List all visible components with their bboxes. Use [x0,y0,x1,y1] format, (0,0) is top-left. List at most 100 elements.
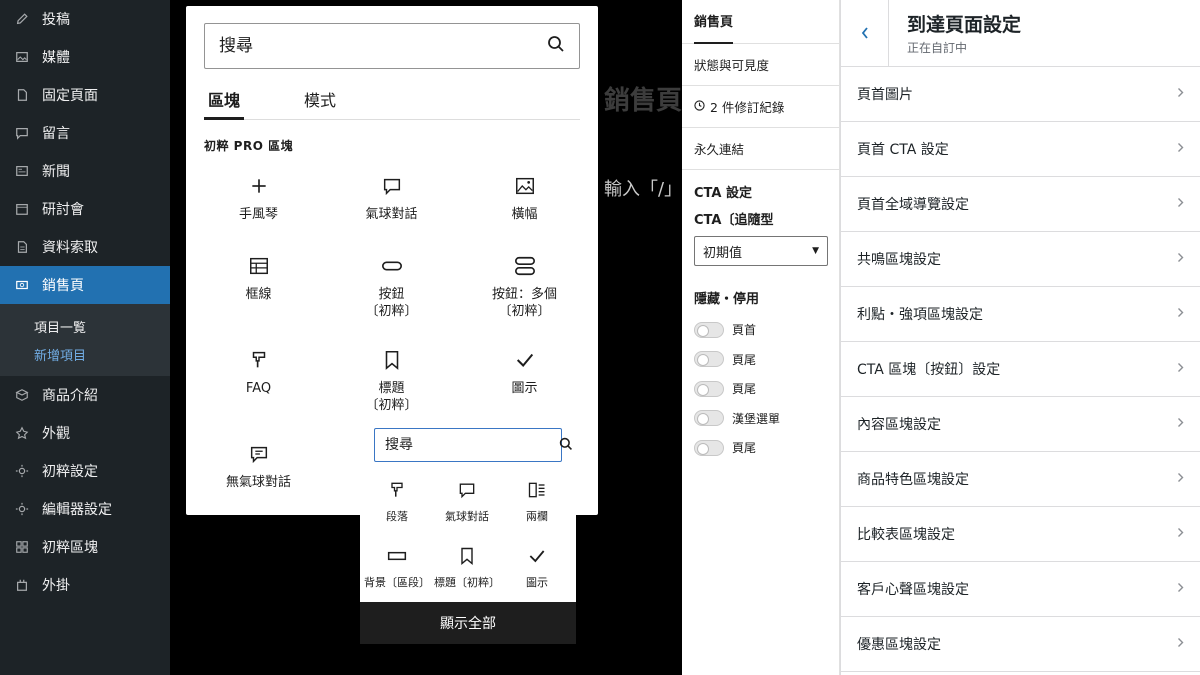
quick-block-item[interactable]: 圖示 [502,542,572,608]
block-item[interactable]: FAQ [192,340,325,434]
speech-bubble-icon [457,480,477,500]
customizer-section-item[interactable]: 利點・強項區塊設定 [841,287,1200,342]
tab-blocks[interactable]: 區塊 [204,84,245,120]
revisions-panel[interactable]: 2 件修訂紀錄 [682,86,839,128]
submenu-item-list[interactable]: 項目一覧 [0,312,170,340]
quick-block-item[interactable]: 背景〔區段〕 [362,542,432,608]
show-all-button[interactable]: 顯示全部 [360,602,576,644]
chevron-right-icon [1177,471,1184,487]
customizer-section-item[interactable]: 內容區塊設定 [841,397,1200,452]
quick-block-item[interactable]: 標題〔初粹〕 [432,542,502,608]
status-visibility-panel[interactable]: 狀態與可見度 [682,44,839,86]
block-item[interactable]: 框線 [192,246,325,340]
dropdown-arrow-icon: ▼ [812,246,819,256]
post-title[interactable]: 銷售頁 [604,80,682,117]
customizer-title: 到達頁面設定 [907,14,1022,36]
admin-menu-label: 新聞 [42,164,70,180]
block-label: 框線 [245,287,272,302]
admin-menu-item[interactable]: 資料索取 [0,228,170,266]
search-icon [547,35,565,57]
customizer-section-label: 優惠區塊設定 [857,637,941,653]
salespage-icon [14,277,30,293]
customizer-section-item[interactable]: 比較表區塊設定 [841,507,1200,562]
block-label: 無氣球對話 [225,475,291,490]
background-icon [387,546,407,566]
admin-menu-item[interactable]: 初粹設定 [0,452,170,490]
toggle-switch[interactable] [694,321,724,338]
gear-icon [14,501,30,517]
inserter-search-input[interactable] [219,36,547,56]
admin-menu-item[interactable]: 編輯器設定 [0,490,170,528]
settings-tab-bar: 銷售頁 [682,0,839,44]
block-item[interactable]: 氣球對話 [325,166,458,246]
admin-menu-item[interactable]: 留言 [0,114,170,152]
quick-inserter-search-input[interactable] [385,437,559,453]
toggle-label: 頁首 [732,323,757,338]
customizer-section-item[interactable]: 頁首圖片 [841,67,1200,122]
customizer-section-item[interactable]: 共鳴區塊設定 [841,232,1200,287]
permalink-panel[interactable]: 永久連結 [682,128,839,170]
customizer-section-label: 比較表區塊設定 [857,527,955,543]
cta-type-select[interactable]: 初期值 ▼ [694,236,828,266]
toggle-label: 漢堡選單 [732,411,781,426]
toggle-row: 頁尾 [694,433,827,463]
toggle-label: 頁尾 [732,352,757,367]
block-item[interactable]: 無氣球對話 [192,434,325,514]
toggle-row: 頁首 [694,315,827,345]
toggle-switch[interactable] [694,439,724,456]
admin-menu-item[interactable]: 銷售頁 [0,266,170,304]
paragraph-icon [247,348,271,372]
revisions-label: 2 件修訂紀錄 [710,100,785,115]
admin-menu-item[interactable]: 研討會 [0,190,170,228]
admin-menu-item[interactable]: 外掛 [0,566,170,604]
quick-block-item[interactable]: 氣球對話 [432,476,502,542]
block-item[interactable]: 橫幅 [458,166,591,246]
admin-menu-top: 投稿 媒體固定頁面留言新聞研討會 資料索取 銷售頁 [0,0,170,304]
quick-inserter-search-box[interactable] [374,428,572,462]
cta-select-value: 初期值 [703,245,743,261]
admin-menu-label: 編輯器設定 [42,502,112,518]
box-icon [14,387,30,403]
customizer-section-item[interactable]: 頁首全域導覽設定 [841,177,1200,232]
block-item[interactable]: 手風琴 [192,166,325,246]
admin-menu-item[interactable]: 初粹區塊 [0,528,170,566]
inserter-search-box[interactable] [204,23,580,69]
admin-menu-item[interactable]: 外觀 [0,414,170,452]
block-item[interactable]: 按鈕 〔初粹〕 [325,246,458,340]
admin-menu-item[interactable]: 固定頁面 [0,76,170,114]
quick-block-item[interactable]: 段落 [362,476,432,542]
submenu-item-add-new[interactable]: 新增項目 [0,340,170,368]
quick-block-label: 標題〔初粹〕 [434,576,500,589]
toggle-row: 漢堡選單 [694,404,827,434]
admin-menu-item[interactable]: 新聞 [0,152,170,190]
admin-menu-item[interactable]: 投稿 [0,0,170,38]
toggle-switch[interactable] [694,410,724,427]
tab-patterns[interactable]: 模式 [300,84,340,120]
block-item[interactable]: 按鈕：多個 〔初粹〕 [458,246,591,340]
cta-follow-label: CTA〔追隨型 [694,213,774,228]
back-button[interactable] [841,0,889,67]
quick-inserter-popover: 段落 氣球對話 兩欄背景〔區段〕標題〔初粹〕 圖示 顯示全部 [360,414,576,644]
block-placeholder-hint[interactable]: 輸入「/」 [604,175,682,201]
customizer-section-item[interactable]: 頁首 CTA 設定 [841,122,1200,177]
quick-block-item[interactable]: 兩欄 [502,476,572,542]
chevron-right-icon [1177,196,1184,212]
customizer-section-item[interactable]: CTA 區塊〔按鈕〕設定 [841,342,1200,397]
toggle-switch[interactable] [694,380,724,397]
cta-settings-heading: CTA 設定 [694,186,752,201]
chevron-right-icon [1177,86,1184,102]
customizer-header: 到達頁面設定 正在自訂中 [841,0,1200,67]
tab-document[interactable]: 銷售頁 [694,0,734,44]
customizer-section-item[interactable]: 商品特色區塊設定 [841,452,1200,507]
admin-menu-item[interactable]: 媒體 [0,38,170,76]
toggle-switch[interactable] [694,351,724,368]
customizer-section-label: CTA 區塊〔按鈕〕設定 [857,362,1001,378]
button-icon [380,254,404,278]
customizer-section-item[interactable]: 優惠區塊設定 [841,617,1200,672]
customizer-panel: 到達頁面設定 正在自訂中 頁首圖片 頁首 CTA 設定 頁首全域導覽設定 共鳴區塊設定… [840,0,1200,675]
chevron-left-icon [861,27,868,39]
customizer-section-item[interactable]: 客戶心聲區塊設定 [841,562,1200,617]
toggle-row: 頁尾 [694,374,827,404]
admin-menu-label: 固定頁面 [42,88,98,104]
admin-menu-item[interactable]: 商品介紹 [0,376,170,414]
